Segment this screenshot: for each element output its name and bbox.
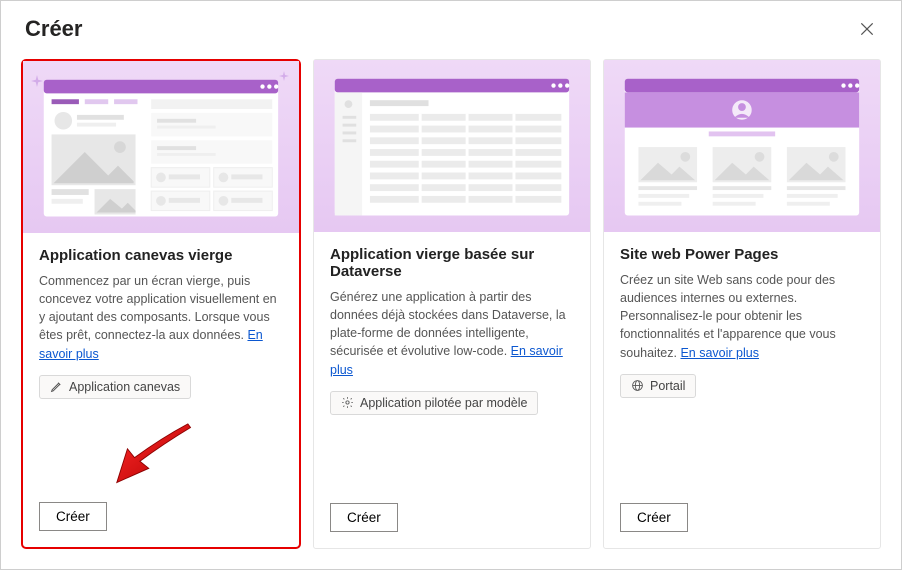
pencil-icon — [50, 380, 63, 393]
gear-icon — [341, 396, 354, 409]
app-type-tag: Application pilotée par modèle — [330, 391, 538, 415]
card-title: Application canevas vierge — [39, 247, 283, 264]
dialog-title: Créer — [25, 16, 82, 42]
card-dataverse-app: Application vierge basée sur Dataverse G… — [313, 59, 591, 549]
model-driven-illustration — [325, 67, 579, 225]
card-footer: Créer — [314, 503, 590, 548]
card-description: Générez une application à partir des don… — [330, 288, 574, 379]
learn-more-link[interactable]: En savoir plus — [680, 346, 759, 360]
create-button[interactable]: Créer — [620, 503, 688, 532]
card-description: Créez un site Web sans code pour des aud… — [620, 271, 864, 362]
card-description-text: Commencez par un écran vierge, puis conc… — [39, 274, 277, 342]
card-body: Application vierge basée sur Dataverse G… — [314, 232, 590, 503]
app-type-tag: Portail — [620, 374, 696, 398]
create-button[interactable]: Créer — [330, 503, 398, 532]
tag-label: Application pilotée par modèle — [360, 396, 527, 410]
card-power-pages: Site web Power Pages Créez un site Web s… — [603, 59, 881, 549]
sparkle-icon — [31, 75, 43, 87]
tag-label: Portail — [650, 379, 685, 393]
card-canvas-app: Application canevas vierge Commencez par… — [21, 59, 301, 549]
card-thumbnail — [23, 61, 299, 233]
card-body: Site web Power Pages Créez un site Web s… — [604, 232, 880, 503]
card-title: Application vierge basée sur Dataverse — [330, 246, 574, 280]
card-thumbnail — [604, 60, 880, 232]
create-button[interactable]: Créer — [39, 502, 107, 531]
tag-label: Application canevas — [69, 380, 180, 394]
card-body: Application canevas vierge Commencez par… — [23, 233, 299, 502]
app-type-tag: Application canevas — [39, 375, 191, 399]
card-footer: Créer — [604, 503, 880, 548]
card-description: Commencez par un écran vierge, puis conc… — [39, 272, 283, 363]
dialog-header: Créer — [1, 1, 901, 53]
globe-icon — [631, 379, 644, 392]
create-dialog: Créer — [0, 0, 902, 570]
canvas-app-illustration — [34, 68, 288, 226]
sparkle-icon — [279, 71, 289, 81]
card-title: Site web Power Pages — [620, 246, 864, 263]
portal-illustration — [615, 67, 869, 225]
close-icon — [859, 21, 875, 37]
card-footer: Créer — [23, 502, 299, 547]
card-grid: Application canevas vierge Commencez par… — [1, 53, 901, 565]
close-button[interactable] — [853, 15, 881, 43]
card-thumbnail — [314, 60, 590, 232]
